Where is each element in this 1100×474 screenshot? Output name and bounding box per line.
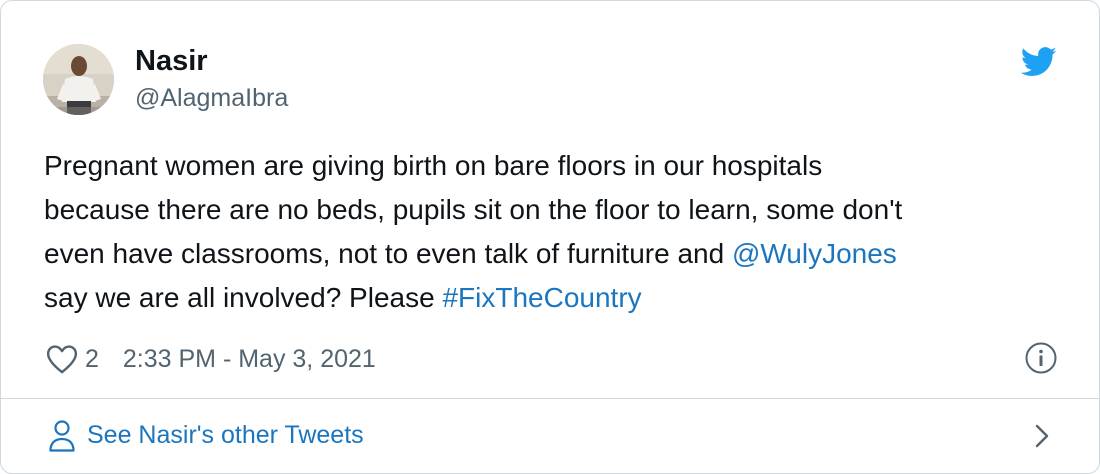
avatar[interactable] [43, 44, 114, 115]
info-icon[interactable] [1024, 341, 1058, 375]
tweet-text-line-2: because there are no beds, pupils sit on… [44, 194, 903, 225]
timestamp-link[interactable]: 2:33 PM - May 3, 2021 [123, 345, 376, 374]
see-other-tweets-link[interactable]: See Nasir's other Tweets [1, 399, 1099, 473]
author-name[interactable]: Nasir [135, 43, 208, 79]
hashtag-link[interactable]: #FixTheCountry [442, 282, 641, 313]
like-count: 2 [85, 344, 99, 373]
tweet-card: Nasir @AlagmaIbra Pregnant women are giv… [0, 0, 1100, 474]
tweet-text-line-4: say we are all involved? Please #FixTheC… [44, 276, 1054, 320]
tweet-meta: 2 2:33 PM - May 3, 2021 [45, 339, 376, 379]
avatar-photo [43, 44, 114, 115]
tweet-text-line-3: even have classrooms, not to even talk o… [44, 232, 1054, 276]
see-other-tweets-label: See Nasir's other Tweets [87, 421, 364, 449]
tweet-text: Pregnant women are giving birth on bare … [44, 144, 1054, 320]
tweet-text-line-1: Pregnant women are giving birth on bare … [44, 150, 823, 181]
person-icon [49, 420, 75, 452]
like-button[interactable]: 2 [45, 343, 99, 375]
author-handle[interactable]: @AlagmaIbra [135, 82, 288, 114]
heart-icon [46, 345, 78, 374]
mention-link[interactable]: @WulyJones [732, 238, 897, 269]
tweet-text-line-3-text: even have classrooms, not to even talk o… [44, 238, 732, 269]
twitter-bird-icon[interactable] [1021, 47, 1057, 77]
tweet-text-line-4-text: say we are all involved? Please [44, 282, 443, 313]
chevron-right-icon [1035, 424, 1049, 448]
